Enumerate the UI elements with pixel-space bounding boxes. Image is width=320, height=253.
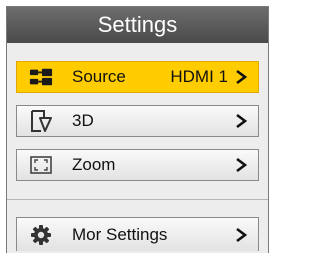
zoom-frame-icon (29, 153, 53, 177)
menu-item-source[interactable]: Source HDMI 1 (16, 61, 259, 93)
settings-panel: Settings Source HDMI 1 3D Zoom Mor Setti… (6, 6, 269, 253)
menu-item-label: 3D (72, 111, 94, 130)
menu-item-label: Mor Settings (72, 224, 168, 244)
menu-item-zoom[interactable]: Zoom (16, 149, 259, 181)
chevron-right-icon (236, 69, 248, 85)
menu-item-more-settings[interactable]: Mor Settings (16, 217, 259, 251)
menu-divider (7, 199, 268, 200)
menu-item-label: Source (72, 67, 126, 86)
source-value: HDMI 1 (170, 67, 228, 86)
menu-item-label: Zoom (72, 155, 116, 174)
input-source-icon (29, 65, 53, 89)
gear-icon (29, 223, 53, 247)
chevron-right-icon (236, 157, 248, 173)
chevron-right-icon (236, 227, 248, 242)
chevron-right-icon (236, 113, 248, 129)
settings-title: Settings (7, 7, 268, 43)
menu-item-3d[interactable]: 3D (16, 105, 259, 137)
3d-icon (29, 109, 53, 133)
